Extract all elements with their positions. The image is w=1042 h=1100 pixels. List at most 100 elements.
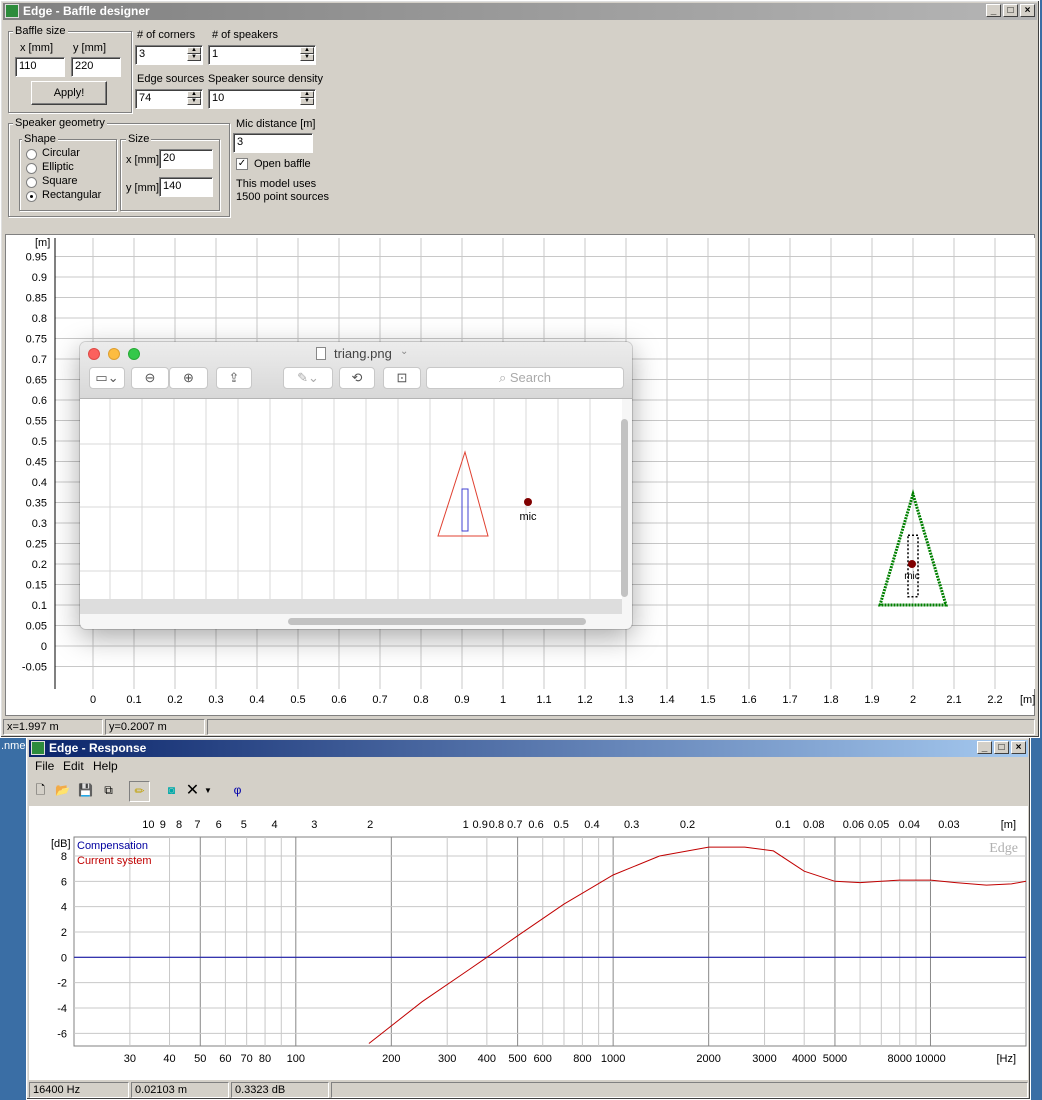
minimize-button[interactable]: _ bbox=[977, 741, 992, 754]
top-tick-label: 7 bbox=[194, 819, 200, 831]
close-button[interactable]: × bbox=[1020, 4, 1035, 17]
legend-entry: Compensation bbox=[77, 840, 148, 852]
delete-icon[interactable]: ✕ bbox=[182, 781, 203, 802]
rotate-button[interactable]: ⟲ bbox=[339, 367, 375, 389]
baffle-y-label: y [mm] bbox=[73, 42, 106, 54]
menu-help[interactable]: Help bbox=[93, 759, 118, 773]
search-field[interactable]: ⌕ Search bbox=[426, 367, 624, 389]
draw-curve-icon[interactable]: ✏ bbox=[129, 781, 150, 802]
zoom-dot[interactable] bbox=[128, 348, 140, 360]
share-button[interactable]: ⇪ bbox=[216, 367, 252, 389]
minimize-button[interactable]: _ bbox=[986, 4, 1001, 17]
filename-chevron-icon[interactable]: ⌄ bbox=[400, 346, 408, 357]
apply-button[interactable]: Apply! bbox=[31, 81, 107, 105]
menu-edit[interactable]: Edit bbox=[63, 759, 84, 773]
speaker-icon[interactable]: ◙ bbox=[161, 781, 182, 802]
speaker-x-field[interactable]: 20 bbox=[159, 149, 213, 169]
menu-file[interactable]: File bbox=[35, 759, 54, 773]
speaker-density-spin-buttons[interactable]: ▲ ▼ bbox=[300, 91, 314, 105]
y-tick-label: 0.9 bbox=[32, 272, 47, 284]
mic-label: mic bbox=[904, 571, 920, 582]
delete-dropdown-icon[interactable]: ▼ bbox=[202, 781, 214, 802]
top-tick-label: 5 bbox=[241, 819, 247, 831]
y-tick-label: 0.6 bbox=[32, 395, 47, 407]
horizontal-scrollbar[interactable] bbox=[288, 618, 586, 625]
baffle-x-field[interactable]: 110 bbox=[15, 57, 65, 77]
speakers-spinner[interactable]: 1 ▲ ▼ bbox=[208, 45, 316, 65]
background-app-label: .nme bbox=[1, 740, 26, 752]
y-tick-label: 0.35 bbox=[26, 498, 47, 510]
zoom-out-button[interactable]: ⊖ bbox=[131, 367, 169, 389]
shape-radio-rectangular[interactable] bbox=[26, 191, 37, 202]
maximize-button[interactable]: □ bbox=[994, 741, 1009, 754]
edge-sources-spinner[interactable]: 74 ▲ ▼ bbox=[135, 89, 203, 109]
maximize-button[interactable]: □ bbox=[1003, 4, 1018, 17]
baffle-y-field[interactable]: 220 bbox=[71, 57, 121, 77]
zoom-in-button[interactable]: ⊕ bbox=[169, 367, 208, 389]
model-info-line2: 1500 point sources bbox=[236, 191, 329, 203]
close-button[interactable]: × bbox=[1011, 741, 1026, 754]
edge-sources-spin-buttons[interactable]: ▲ ▼ bbox=[187, 91, 201, 105]
new-file-icon[interactable]: 🗋 bbox=[30, 781, 51, 802]
y-tick-label: 0.7 bbox=[32, 354, 47, 366]
phase-icon[interactable]: φ bbox=[227, 781, 248, 802]
speaker-y-field[interactable]: 140 bbox=[159, 177, 213, 197]
markup-pen-button[interactable]: ✎⌄ bbox=[283, 367, 333, 389]
baffle-titlebar[interactable]: Edge - Baffle designer _ □ × bbox=[3, 3, 1037, 20]
shape-radio-square[interactable] bbox=[26, 177, 37, 188]
close-dot[interactable] bbox=[88, 348, 100, 360]
y-tick-label: -0.05 bbox=[22, 662, 47, 674]
save-icon[interactable]: 💾 bbox=[75, 781, 96, 802]
y-tick-label: 0.25 bbox=[26, 539, 47, 551]
mic-distance-field[interactable]: 3 bbox=[233, 133, 313, 153]
top-tick-label: 2 bbox=[367, 819, 373, 831]
preview-speaker bbox=[461, 488, 469, 532]
top-tick-label: 0.6 bbox=[528, 819, 543, 831]
x-tick-label: 0.7 bbox=[372, 694, 387, 706]
db-status: 0.3323 dB bbox=[231, 1082, 329, 1098]
speakers-spin-buttons[interactable]: ▲ ▼ bbox=[300, 47, 314, 61]
sidebar-toggle-button[interactable]: ▭⌄ bbox=[89, 367, 125, 389]
y-tick-label: 0.95 bbox=[26, 252, 47, 264]
toolbox-button[interactable]: ⊡ bbox=[383, 367, 421, 389]
x-tick-label: 0.8 bbox=[413, 694, 428, 706]
x-tick-label: 2000 bbox=[696, 1053, 720, 1065]
x-tick-label: 1.9 bbox=[864, 694, 879, 706]
shape-label-elliptic: Elliptic bbox=[42, 161, 74, 173]
x-tick-label: 1.7 bbox=[782, 694, 797, 706]
y-tick-label: 0 bbox=[61, 952, 67, 964]
response-titlebar[interactable]: Edge - Response _ □ × bbox=[29, 740, 1028, 757]
x-tick-label: 0.1 bbox=[126, 694, 141, 706]
preview-axis-band bbox=[80, 599, 622, 614]
search-placeholder: Search bbox=[509, 370, 552, 385]
top-tick-label: 0.06 bbox=[843, 819, 864, 831]
x-tick-label: 0.3 bbox=[208, 694, 223, 706]
x-tick-label: 0.9 bbox=[454, 694, 469, 706]
x-unit-label: [m] bbox=[1020, 694, 1035, 706]
top-unit-label: [m] bbox=[1001, 819, 1016, 831]
vertical-scrollbar[interactable] bbox=[621, 419, 628, 597]
speaker-density-spinner[interactable]: 10 ▲ ▼ bbox=[208, 89, 316, 109]
corners-spinner[interactable]: 3 ▲ ▼ bbox=[135, 45, 203, 65]
x-tick-label: 0.5 bbox=[290, 694, 305, 706]
x-tick-label: 500 bbox=[508, 1053, 526, 1065]
top-tick-label: 0.2 bbox=[680, 819, 695, 831]
copy-icon[interactable]: ⧉ bbox=[98, 781, 119, 802]
open-baffle-checkbox[interactable]: ✓ bbox=[236, 158, 248, 170]
y-unit-label: [m] bbox=[35, 237, 50, 249]
edge-watermark: Edge bbox=[989, 841, 1018, 856]
y-tick-label: 0.15 bbox=[26, 580, 47, 592]
minimize-dot[interactable] bbox=[108, 348, 120, 360]
shape-radio-elliptic[interactable] bbox=[26, 163, 37, 174]
shape-radio-circular[interactable] bbox=[26, 149, 37, 160]
speaker-y-label: y [mm] bbox=[126, 182, 159, 194]
corners-spin-buttons[interactable]: ▲ ▼ bbox=[187, 47, 201, 61]
preview-filename[interactable]: triang.png bbox=[334, 346, 392, 361]
response-chart-area[interactable]: 8 6 4 2 0 -2 -4 -6 30 40 50 60 70 80 100 200 300 400 500 60… bbox=[29, 806, 1028, 1080]
open-folder-icon[interactable]: 📂 bbox=[52, 781, 73, 802]
x-tick-label: 600 bbox=[534, 1053, 552, 1065]
baffle-status-extra bbox=[207, 719, 1035, 735]
corners-value: 3 bbox=[139, 48, 146, 60]
y-tick-label: 0.75 bbox=[26, 334, 47, 346]
y-tick-label: -2 bbox=[57, 978, 67, 990]
